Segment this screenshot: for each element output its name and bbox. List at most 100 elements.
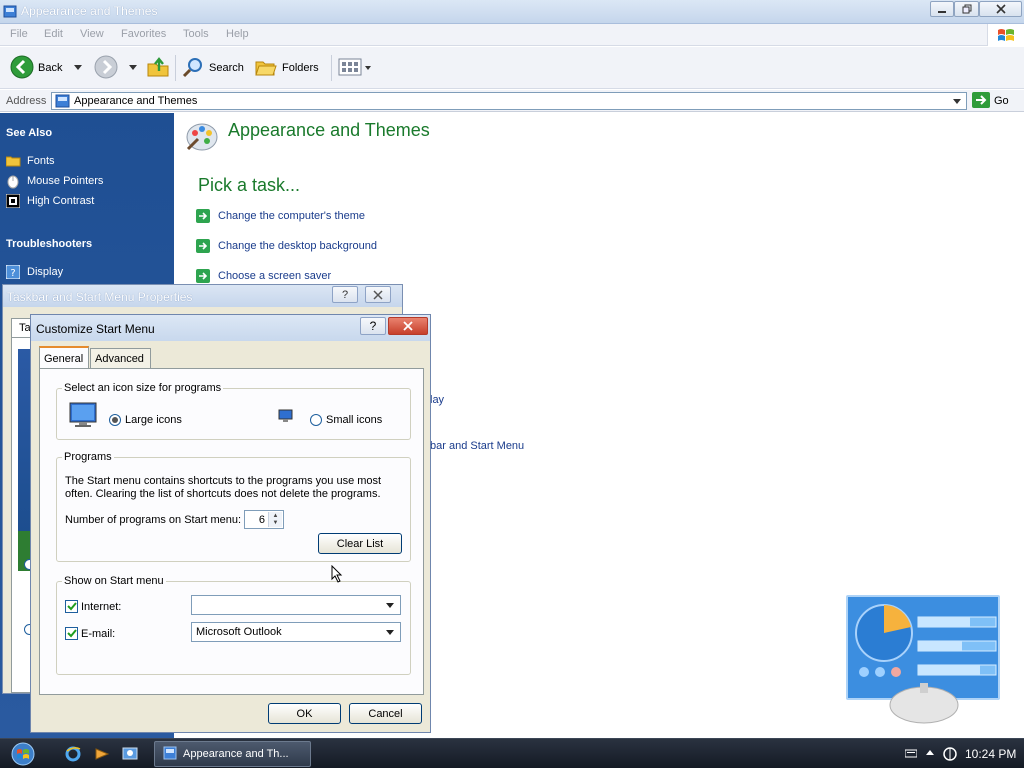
programs-group-label: Programs — [62, 451, 114, 463]
see-also-title: See Also — [6, 127, 53, 139]
folders-button[interactable]: Folders — [254, 55, 319, 81]
page-title: Appearance and Themes — [228, 120, 430, 140]
taskbar: Appearance and Th... 10:24 PM — [0, 738, 1024, 768]
chevron-down-icon[interactable] — [382, 597, 398, 613]
tab-general[interactable]: General — [39, 346, 89, 369]
taskbar-item-appearance[interactable]: Appearance and Th... — [154, 741, 311, 767]
task-arrow-icon — [196, 239, 210, 253]
dialog-titlebar[interactable]: Customize Start Menu ? — [31, 315, 430, 341]
menu-edit[interactable]: Edit — [44, 28, 63, 40]
general-tab-panel: Select an icon size for programs Large i… — [39, 368, 424, 695]
internet-check-icon — [65, 600, 78, 613]
back-button[interactable]: Back — [10, 55, 83, 82]
views-dropdown-icon[interactable] — [365, 62, 371, 74]
task-choose-screensaver[interactable]: Choose a screen saver — [196, 269, 331, 283]
taskbar-properties-titlebar[interactable]: Taskbar and Start Menu Properties ? — [3, 285, 402, 307]
dialog-close-button[interactable] — [388, 317, 428, 335]
show-on-start-menu-group: Show on Start menu Internet: E-mail: Mic… — [56, 575, 411, 675]
icon-size-group: Select an icon size for programs Large i… — [56, 382, 411, 440]
clock[interactable]: 10:24 PM — [965, 747, 1016, 761]
standard-toolbar: Back Search Folders — [0, 47, 1024, 89]
link-taskbar-start-menu-partial[interactable]: bar and Start Menu — [430, 440, 524, 452]
tab-advanced[interactable]: Advanced — [90, 348, 151, 369]
small-icons-radio-dot — [310, 414, 322, 426]
task-change-background[interactable]: Change the desktop background — [196, 239, 377, 253]
keyboard-tray-icon[interactable] — [904, 747, 918, 762]
menu-view[interactable]: View — [80, 28, 104, 40]
explorer-title: Appearance and Themes — [21, 4, 158, 18]
email-checkbox[interactable]: E-mail: — [65, 627, 115, 640]
windows-logo-icon — [987, 24, 1024, 46]
views-button[interactable] — [338, 55, 371, 81]
sidebar-item-high-contrast[interactable]: High Contrast — [5, 193, 94, 209]
clear-list-button[interactable]: Clear List — [318, 533, 402, 554]
stepper-up-icon[interactable]: ▲ — [269, 512, 282, 520]
menu-file[interactable]: File — [10, 28, 28, 40]
address-label: Address — [6, 95, 47, 107]
address-dropdown-icon[interactable] — [950, 93, 964, 109]
ok-button[interactable]: OK — [268, 703, 341, 724]
folders-label: Folders — [282, 62, 319, 74]
sidebar-item-display[interactable]: ? Display — [5, 264, 63, 280]
forward-button[interactable] — [94, 55, 137, 81]
appearance-themes-icon — [184, 119, 220, 156]
search-icon — [181, 55, 205, 82]
taskbar-properties-title: Taskbar and Start Menu Properties — [7, 290, 193, 304]
up-folder-button[interactable] — [146, 55, 170, 81]
forward-dropdown-icon[interactable] — [129, 62, 137, 74]
dialog-help-button[interactable]: ? — [360, 317, 386, 335]
program-count-stepper[interactable]: 6 ▲ ▼ — [244, 510, 284, 529]
menu-help[interactable]: Help — [226, 28, 249, 40]
dialog-title: Customize Start Menu — [36, 322, 155, 336]
task-arrow-icon — [196, 269, 210, 283]
internet-checkbox[interactable]: Internet: — [65, 600, 121, 613]
internet-explorer-icon[interactable] — [65, 746, 81, 762]
address-field[interactable]: Appearance and Themes — [51, 92, 967, 110]
cancel-button[interactable]: Cancel — [349, 703, 422, 724]
show-group-label: Show on Start menu — [62, 575, 166, 587]
stepper-arrows[interactable]: ▲ ▼ — [268, 512, 282, 527]
control-panel-illustration-icon — [846, 595, 1000, 724]
up-folder-icon — [146, 55, 170, 82]
tray-expand-icon[interactable] — [925, 747, 935, 759]
start-button[interactable] — [8, 741, 38, 767]
minimize-button[interactable] — [930, 1, 954, 17]
explorer-titlebar[interactable]: Appearance and Themes — [0, 0, 1024, 24]
icon-size-group-label: Select an icon size for programs — [62, 382, 224, 394]
sidebar-item-mouse-pointers[interactable]: Mouse Pointers — [5, 173, 103, 189]
programs-group: Programs The Start menu contains shortcu… — [56, 451, 411, 562]
email-label: E-mail: — [81, 627, 116, 640]
back-arrow-icon — [10, 55, 34, 82]
chevron-down-icon[interactable] — [382, 624, 398, 640]
email-client-select[interactable]: Microsoft Outlook — [191, 622, 401, 642]
restore-button[interactable] — [954, 1, 979, 17]
back-dropdown-icon[interactable] — [74, 62, 83, 74]
svg-text:?: ? — [10, 268, 15, 279]
program-count-label: Number of programs on Start menu: — [65, 514, 242, 526]
taskbar-properties-close-button[interactable] — [365, 286, 391, 303]
menu-favorites[interactable]: Favorites — [121, 28, 166, 40]
search-button[interactable]: Search — [181, 55, 244, 81]
mouse-cursor-icon — [331, 564, 343, 586]
link-display-partial[interactable]: lay — [430, 394, 444, 406]
sidebar-item-fonts[interactable]: Fonts — [5, 153, 55, 169]
forward-arrow-icon — [94, 55, 118, 82]
show-desktop-icon[interactable] — [122, 746, 138, 762]
taskbar-properties-help-button[interactable]: ? — [332, 286, 358, 303]
large-icons-radio[interactable]: Large icons — [109, 414, 182, 426]
stepper-down-icon[interactable]: ▼ — [269, 519, 282, 527]
sidebar-item-label: Display — [27, 266, 64, 278]
task-arrow-icon — [196, 209, 210, 223]
close-button[interactable] — [979, 1, 1022, 17]
small-icons-radio[interactable]: Small icons — [310, 414, 382, 426]
email-check-icon — [65, 627, 78, 640]
go-button[interactable]: Go — [972, 91, 1009, 110]
media-player-icon[interactable] — [94, 746, 110, 762]
menu-tools[interactable]: Tools — [183, 28, 209, 40]
troubleshooters-title: Troubleshooters — [6, 238, 93, 250]
mouse-icon — [5, 173, 21, 189]
address-value: Appearance and Themes — [74, 95, 198, 107]
internet-browser-select[interactable] — [191, 595, 401, 615]
network-tray-icon[interactable] — [943, 747, 957, 764]
task-change-theme[interactable]: Change the computer's theme — [196, 209, 365, 223]
